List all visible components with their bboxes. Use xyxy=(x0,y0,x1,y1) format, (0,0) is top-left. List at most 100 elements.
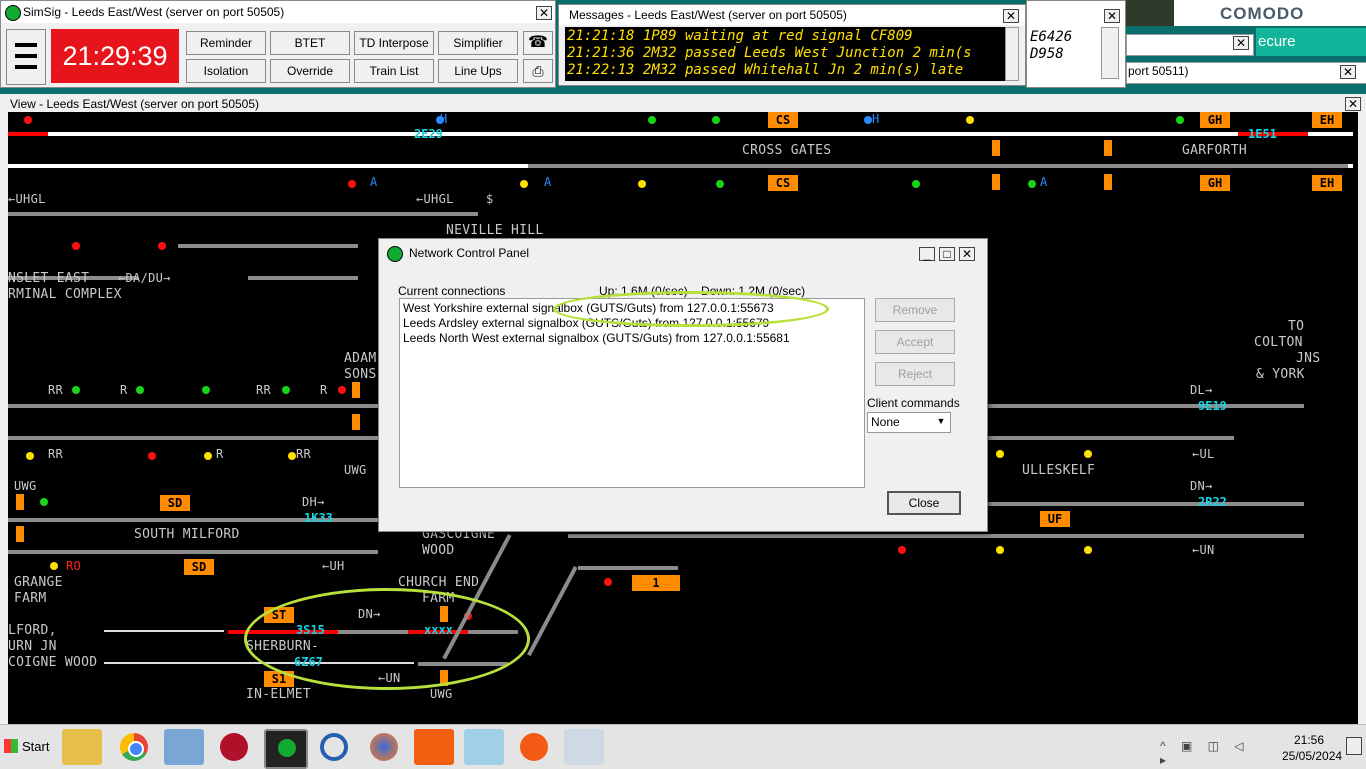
avast-icon[interactable] xyxy=(514,729,554,765)
place-label: ULLESKELF xyxy=(1022,463,1096,478)
highlight-ellipse xyxy=(244,588,530,690)
close-icon[interactable]: ✕ xyxy=(1104,9,1120,23)
reject-button[interactable]: Reject xyxy=(875,362,955,386)
message-line: 21:21:36 2M32 passed Leeds West Junction… xyxy=(567,45,972,61)
rocket-icon[interactable] xyxy=(414,729,454,765)
close-icon[interactable]: ✕ xyxy=(959,247,975,261)
override-button[interactable]: Override xyxy=(270,59,350,83)
panel-box[interactable]: UF xyxy=(1040,511,1070,527)
file-explorer-icon[interactable] xyxy=(62,729,102,765)
panel-box[interactable]: 1 xyxy=(632,575,680,591)
signal-label: RR xyxy=(48,447,64,461)
menu-button[interactable] xyxy=(6,29,46,85)
direction-label: DH→ xyxy=(302,495,325,509)
highlight-ellipse xyxy=(553,291,829,327)
place-label: LFORD, xyxy=(8,623,57,638)
place-label: ADAM xyxy=(344,351,377,366)
connections-label: Current connections xyxy=(398,284,506,298)
message-line: 21:22:13 2M32 passed Whitehall Jn 2 min(… xyxy=(567,62,964,78)
place-label: COLTON xyxy=(1254,335,1303,350)
train-berth[interactable]: 1K33 xyxy=(304,511,333,525)
chevron-down-icon[interactable]: ▼ xyxy=(934,414,948,429)
simsig-main-window: SimSig - Leeds East/West (server on port… xyxy=(0,0,556,88)
panel-box[interactable]: EH xyxy=(1312,112,1342,128)
background-photo xyxy=(1126,0,1174,26)
messages-list: 21:21:18 1P89 waiting at red signal CF80… xyxy=(565,27,1005,81)
start-button[interactable]: Start xyxy=(2,733,52,761)
panel-box[interactable]: GH xyxy=(1200,112,1230,128)
train-berth[interactable]: 2E29 xyxy=(414,127,443,141)
comodo-icon[interactable] xyxy=(214,729,254,765)
clock-time: 21:56 xyxy=(1294,733,1325,747)
comodo-logo: COMODO xyxy=(1220,4,1305,23)
accept-button[interactable]: Accept xyxy=(875,330,955,354)
btet-button[interactable]: BTET xyxy=(270,31,350,55)
direction-label: ←UH xyxy=(322,559,345,573)
direction-label: DN→ xyxy=(1190,479,1213,493)
panel-box[interactable]: EH xyxy=(1312,175,1342,191)
direction-label: ←DA/DU→ xyxy=(118,271,171,285)
td-interpose-button[interactable]: TD Interpose xyxy=(354,31,434,55)
dialog-title: Network Control Panel xyxy=(409,246,530,260)
selected-value: None xyxy=(871,415,900,429)
place-label: SONS xyxy=(344,367,377,382)
close-icon[interactable]: ✕ xyxy=(536,6,552,20)
panel-box[interactable]: SD xyxy=(160,495,190,511)
panel-box[interactable]: CS xyxy=(768,175,798,191)
place-label: FARM xyxy=(14,591,47,606)
connections-list[interactable]: West Yorkshire external signalbox (GUTS/… xyxy=(399,298,865,488)
direction-label: ←UL xyxy=(1192,447,1215,461)
place-label: SOUTH MILFORD xyxy=(134,527,240,542)
train-berth[interactable]: 1E51 xyxy=(1248,127,1277,141)
view-title: View - Leeds East/West (server on port 5… xyxy=(10,97,260,111)
line-ups-button[interactable]: Line Ups xyxy=(438,59,518,83)
phone-icon[interactable]: ☎ xyxy=(523,31,553,55)
tray-icons[interactable]: ^ ▣ ◫ ◁ ▸ xyxy=(1160,739,1270,767)
maximize-icon[interactable]: □ xyxy=(939,247,955,261)
panel-box[interactable]: SD xyxy=(184,559,214,575)
signal-label: RO xyxy=(66,559,82,573)
place-label: GRANGE xyxy=(14,575,63,590)
train-berth[interactable]: 9E19 xyxy=(1198,399,1227,413)
background-window-1: ✕ E6426 D958 xyxy=(1026,0,1126,88)
control-panel-icon[interactable] xyxy=(164,729,204,765)
simplifier-button[interactable]: Simplifier xyxy=(438,31,518,55)
notification-icon[interactable] xyxy=(1346,737,1362,755)
notes-icon[interactable] xyxy=(464,729,504,765)
firefox-icon[interactable] xyxy=(364,729,404,765)
close-icon[interactable]: ✕ xyxy=(1003,9,1019,23)
minimize-icon[interactable]: _ xyxy=(919,247,935,261)
browser-icon[interactable] xyxy=(314,729,354,765)
close-icon[interactable]: ✕ xyxy=(1340,65,1356,79)
list-item[interactable]: Leeds North West external signalbox (GUT… xyxy=(403,331,790,345)
chrome-icon[interactable] xyxy=(114,729,154,765)
reminder-button[interactable]: Reminder xyxy=(186,31,266,55)
network-control-dialog: Network Control Panel _ □ ✕ Current conn… xyxy=(378,238,988,532)
scrollbar[interactable] xyxy=(1101,27,1119,79)
clock-date: 25/05/2024 xyxy=(1282,749,1343,763)
signal-label: R xyxy=(320,383,328,397)
paint-icon[interactable] xyxy=(564,729,604,765)
signal-label: UWG xyxy=(14,479,37,493)
signal-label: R xyxy=(120,383,128,397)
panel-box[interactable]: GH xyxy=(1200,175,1230,191)
place-label: URN JN xyxy=(8,639,57,654)
messages-scrollbar[interactable] xyxy=(1005,27,1019,81)
close-button[interactable]: Close xyxy=(887,491,961,515)
train-berth[interactable]: 2R22 xyxy=(1198,495,1227,509)
train-list-button[interactable]: Train List xyxy=(354,59,434,83)
direction-label: ←UHGL xyxy=(416,192,454,206)
signal-label: RR xyxy=(48,383,64,397)
printer-icon[interactable]: ⎙ xyxy=(523,59,553,83)
simsig-icon[interactable] xyxy=(264,729,308,769)
panel-box[interactable]: CS xyxy=(768,112,798,128)
close-icon[interactable]: ✕ xyxy=(1233,36,1249,50)
clock-display: 21:29:39 xyxy=(51,29,179,83)
isolation-button[interactable]: Isolation xyxy=(186,59,266,83)
client-commands-select[interactable]: None ▼ xyxy=(867,412,951,433)
port-fragment: port 50511) xyxy=(1128,64,1189,78)
remove-button[interactable]: Remove xyxy=(875,298,955,322)
signal-label: UWG xyxy=(344,463,367,477)
place-label: COIGNE WOOD xyxy=(8,655,98,670)
close-icon[interactable]: ✕ xyxy=(1345,97,1361,111)
